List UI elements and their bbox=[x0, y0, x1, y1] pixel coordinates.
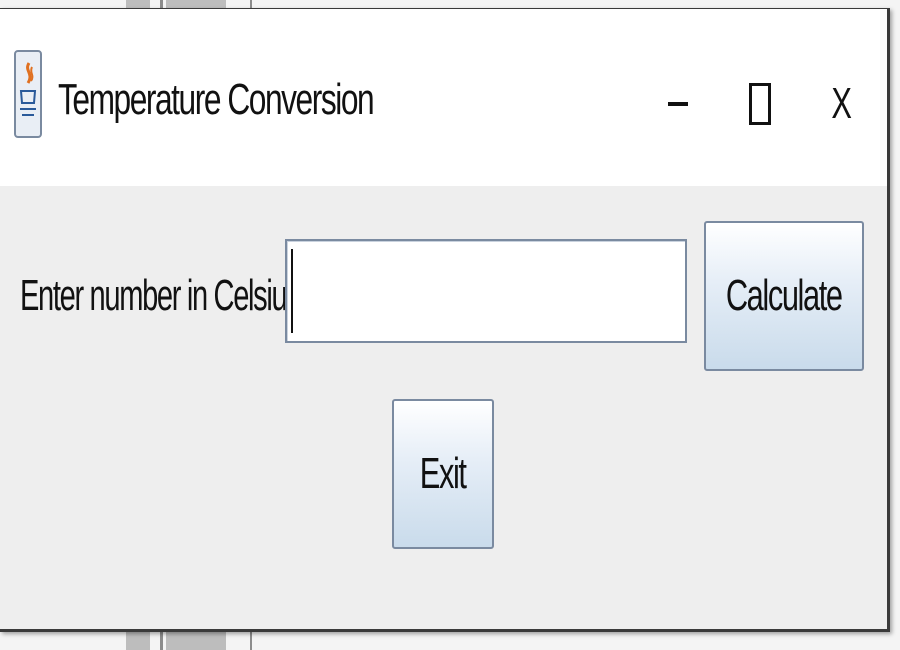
calculate-button[interactable]: Calculate bbox=[704, 221, 864, 371]
close-icon: X bbox=[831, 79, 853, 128]
calculate-button-label: Calculate bbox=[726, 271, 843, 320]
window-title: Temperature Conversion bbox=[58, 75, 375, 124]
exit-button-label: Exit bbox=[420, 449, 467, 498]
app-window: Temperature Conversion X Enter number in… bbox=[0, 8, 890, 632]
exit-button[interactable]: Exit bbox=[392, 399, 494, 549]
minimize-button[interactable] bbox=[648, 69, 708, 139]
celsius-label: Enter number in Celsius: bbox=[20, 271, 308, 320]
text-caret bbox=[291, 249, 293, 333]
maximize-button[interactable] bbox=[730, 69, 790, 139]
celsius-input[interactable] bbox=[285, 239, 687, 343]
close-button[interactable]: X bbox=[812, 69, 872, 139]
minimize-icon bbox=[668, 102, 688, 106]
title-bar[interactable]: Temperature Conversion X bbox=[0, 9, 887, 186]
java-icon bbox=[14, 50, 42, 138]
maximize-icon bbox=[749, 83, 771, 125]
